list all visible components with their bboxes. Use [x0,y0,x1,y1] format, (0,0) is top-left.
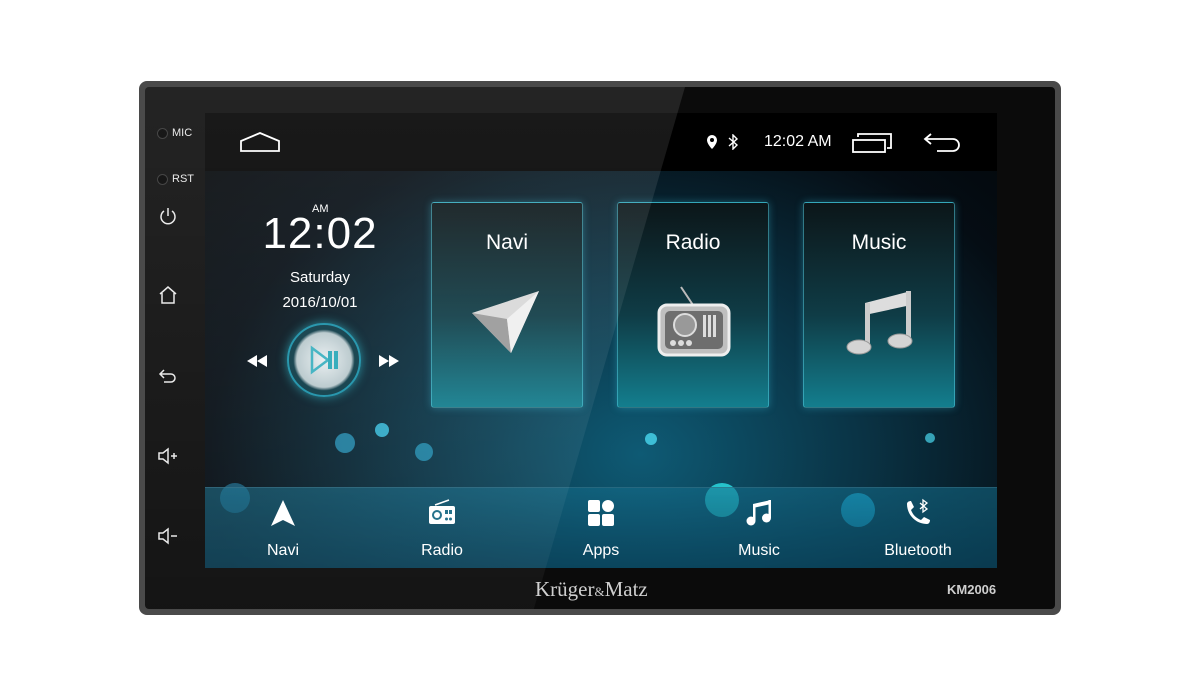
dock-label: Music [738,542,780,559]
bokeh-light [335,433,355,453]
status-bar: 12:02 AM [205,113,997,171]
nav-home-button[interactable] [239,131,281,158]
mic-hole: MIC [157,127,192,139]
volume-down-icon [158,527,177,545]
rst-label: RST [172,173,194,185]
clock-time: 12:02 [262,209,378,258]
bluetooth-icon [728,133,739,151]
bluetooth-phone-icon [907,498,930,524]
dock-item-bluetooth[interactable]: Bluetooth [863,488,973,568]
music-note-icon [846,291,913,355]
dock-item-apps[interactable]: Apps [546,488,656,568]
reset-button[interactable]: RST [157,173,194,185]
radio-icon [429,499,455,524]
back-icon [158,369,176,383]
app-dock: Navi Radio Apps Music Bluetooth [205,487,997,568]
model-number: KM2006 [947,582,997,597]
rewind-button[interactable] [245,353,269,374]
clock-day: Saturday [289,269,351,286]
navigation-arrow-icon [472,291,539,353]
mic-label: MIC [172,127,193,139]
location-status [705,134,719,155]
head-unit-device: MIC RST 12:02 AM AM 12:02 Saturday 2016/… [139,81,1061,615]
brand-ampersand: & [594,584,605,599]
dock-label: Bluetooth [884,542,952,559]
bokeh-light [415,443,433,461]
music-icon [746,500,771,526]
back-icon [923,133,960,152]
brand-logo: Krüger&Matz [535,577,648,602]
volume-up-icon [158,447,177,465]
home-icon [159,286,177,304]
dock-item-navi[interactable]: Navi [228,488,338,568]
tile-label: Radio [665,231,721,254]
tile-music[interactable]: Music [803,202,955,408]
tile-radio[interactable]: Radio [617,202,769,408]
hw-home-button[interactable] [157,284,179,306]
tile-label: Music [851,231,907,254]
bokeh-light [375,423,389,437]
radio-icon [657,286,731,357]
dock-item-music[interactable]: Music [704,488,814,568]
dock-label: Apps [582,542,620,559]
clock-date: 2016/10/01 [282,294,358,311]
navigation-icon [271,500,295,526]
play-pause-button[interactable] [287,323,361,397]
status-time: 12:02 AM [764,133,832,150]
recent-apps-button[interactable] [851,132,893,159]
home-icon [240,132,280,152]
rewind-icon [247,355,267,367]
reset-hole-icon [157,173,168,185]
hw-back-button[interactable] [157,365,179,387]
touchscreen: 12:02 AM AM 12:02 Saturday 2016/10/01 Na… [205,113,997,568]
recent-apps-icon [852,133,892,153]
power-button[interactable] [157,205,179,227]
brand-name-end: Matz [604,577,648,601]
volume-up-button[interactable] [157,445,179,467]
dock-item-radio[interactable]: Radio [387,488,497,568]
dock-label: Radio [421,542,463,559]
fast-forward-button[interactable] [377,353,401,374]
brand-name: Krüger [535,577,595,601]
tile-navi[interactable]: Navi [431,202,583,408]
location-icon [707,135,717,149]
bezel: MIC RST 12:02 AM AM 12:02 Saturday 2016/… [145,87,1055,609]
dock-label: Navi [266,542,299,559]
nav-back-button[interactable] [923,132,963,159]
volume-down-button[interactable] [157,525,179,547]
bokeh-light [645,433,657,445]
apps-grid-icon [588,500,614,526]
mic-icon [157,127,168,139]
bluetooth-status [727,133,739,155]
power-icon [160,208,176,225]
play-pause-icon [310,345,338,375]
bokeh-light [925,433,935,443]
tile-label: Navi [485,231,528,254]
fast-forward-icon [379,355,399,367]
